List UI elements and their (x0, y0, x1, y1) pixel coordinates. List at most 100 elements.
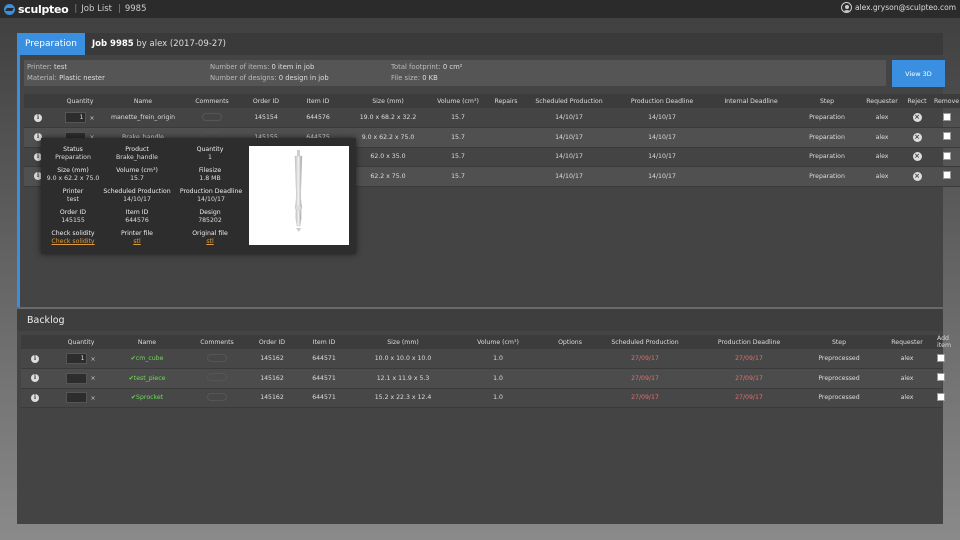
col-name[interactable]: Name (113, 335, 181, 349)
col-comments[interactable]: Comments (181, 335, 253, 349)
col-reject: Reject (904, 94, 930, 108)
breadcrumb-job-list[interactable]: Job List (81, 4, 112, 14)
breadcrumb-separator: | (117, 4, 121, 14)
col-scheduled[interactable]: Scheduled Production (593, 335, 697, 349)
col-quantity[interactable]: Quantity (49, 335, 113, 349)
reject-icon[interactable]: × (912, 132, 922, 142)
items-value: 0 item in job (271, 63, 315, 71)
info-icon[interactable]: i (31, 393, 39, 402)
user-menu[interactable]: alex.gryson@sculpteo.com (840, 2, 956, 13)
quantity-value: 1 (208, 154, 212, 161)
col-size[interactable]: Size (mm) (350, 94, 426, 108)
check-solidity-link[interactable]: Check solidity (51, 238, 94, 245)
item-id-value: 644576 (125, 217, 149, 224)
comments-button[interactable] (207, 392, 227, 401)
reject-icon[interactable]: × (912, 113, 922, 122)
table-row[interactable]: i 1 × manette_frein_origin 145154 644576 … (24, 108, 960, 128)
info-icon[interactable]: i (31, 354, 39, 363)
backlog-table-header: Quantity Name Comments Order ID Item ID … (21, 335, 951, 349)
remove-checkbox[interactable] (942, 132, 951, 141)
remove-checkbox[interactable] (942, 112, 951, 121)
col-repairs[interactable]: Repairs (490, 94, 522, 108)
backlog-panel: Backlog Quantity Name Comments Order ID … (17, 309, 951, 524)
add-item-checkbox[interactable] (937, 353, 945, 362)
original-file-label: Original file (192, 230, 228, 237)
col-volume[interactable]: Volume (cm³) (449, 335, 547, 349)
items-label: Number of items: (210, 63, 270, 71)
design-value: 785202 (198, 217, 222, 224)
col-comments[interactable]: Comments (178, 94, 246, 108)
col-step[interactable]: Step (794, 94, 860, 108)
table-row[interactable]: i × ✔Sprocket 145162 644571 15.2 x 22.3 … (21, 388, 945, 408)
quantity-input[interactable]: 1 (66, 353, 88, 364)
col-quantity[interactable]: Quantity (52, 94, 108, 108)
original-file-link[interactable]: stl (206, 238, 213, 245)
repairs (490, 127, 522, 148)
volume: 1.0 (449, 368, 547, 389)
volume: 15.7 (426, 108, 490, 128)
add-item-checkbox[interactable] (937, 392, 945, 401)
remove-checkbox[interactable] (942, 151, 951, 160)
volume: 15.7 (426, 166, 490, 187)
production-deadline: 27/09/17 (697, 349, 801, 369)
item-name: ✔cm_cube (113, 349, 181, 369)
col-size[interactable]: Size (mm) (357, 335, 449, 349)
model-preview[interactable] (249, 146, 349, 245)
quantity-input[interactable]: 1 (65, 112, 87, 123)
popup-check-solidity: Check solidity Check solidity (45, 230, 101, 246)
sculpteo-logo[interactable]: sculpteo (4, 3, 69, 16)
job-info-bar: Printer: test Material: Plastic nester Nu… (24, 60, 886, 86)
col-requester[interactable]: Requester (877, 335, 937, 349)
col-scheduled[interactable]: Scheduled Production (522, 94, 616, 108)
options (547, 368, 593, 389)
popup-filesize: Filesize 1.8 MB (179, 167, 241, 183)
order-id-value: 145155 (61, 217, 85, 224)
col-internal-deadline[interactable]: Internal Deadline (708, 94, 794, 108)
info-icon[interactable]: i (31, 374, 39, 383)
info-icon[interactable]: i (34, 113, 42, 122)
remove-checkbox[interactable] (942, 171, 951, 180)
col-remove: Remove (930, 94, 960, 108)
order-id: 145154 (246, 108, 286, 128)
printer-label: Printer (62, 188, 84, 195)
reject-icon[interactable]: × (912, 171, 922, 181)
preparation-tab[interactable]: Preparation (17, 33, 85, 55)
reject-icon[interactable]: × (912, 152, 922, 162)
quantity-input[interactable] (66, 372, 88, 384)
view-3d-button[interactable]: View 3D (892, 60, 945, 87)
scheduled-value: 14/10/17 (123, 196, 151, 203)
quantity-input[interactable] (66, 392, 88, 404)
filesize-value: 0 KB (422, 74, 438, 82)
design-label: Design (199, 209, 221, 216)
material-value: Plastic nester (59, 74, 105, 82)
comments-button[interactable] (207, 373, 227, 382)
scheduled-label: Scheduled Production (103, 188, 171, 195)
col-options[interactable]: Options (547, 335, 593, 349)
table-row[interactable]: i 1 × ✔cm_cube 145162 644571 10.0 x 10.0 … (21, 349, 945, 369)
col-item-id[interactable]: Item ID (291, 335, 357, 349)
deadline-label: Production Deadline (179, 188, 243, 195)
item-name: ✔Sprocket (113, 388, 181, 408)
user-avatar-icon (840, 2, 852, 13)
col-requester[interactable]: Requester (860, 94, 904, 108)
popup-size: Size (mm) 9.0 x 62.2 x 75.0 (45, 167, 101, 183)
col-order-id[interactable]: Order ID (253, 335, 291, 349)
col-name[interactable]: Name (108, 94, 178, 108)
order-id: 145162 (253, 349, 291, 369)
info-column-header (24, 94, 52, 108)
items-info: Number of items: 0 item in job Number of … (210, 62, 329, 84)
order-id: 145162 (253, 368, 291, 389)
col-deadline[interactable]: Production Deadline (616, 94, 708, 108)
comments-button[interactable] (202, 112, 222, 121)
comments-button[interactable] (207, 353, 227, 362)
col-step[interactable]: Step (801, 335, 877, 349)
col-volume[interactable]: Volume (cm³) (426, 94, 490, 108)
step: Preparation (794, 108, 860, 128)
add-item-checkbox[interactable] (937, 373, 945, 382)
table-row[interactable]: i × ✔test_piece 145162 644571 12.1 x 11.… (21, 368, 945, 389)
printer-file-link[interactable]: stl (133, 238, 140, 245)
production-deadline: 14/10/17 (616, 166, 708, 187)
col-deadline[interactable]: Production Deadline (697, 335, 801, 349)
col-item-id[interactable]: Item ID (286, 94, 350, 108)
col-order-id[interactable]: Order ID (246, 94, 286, 108)
